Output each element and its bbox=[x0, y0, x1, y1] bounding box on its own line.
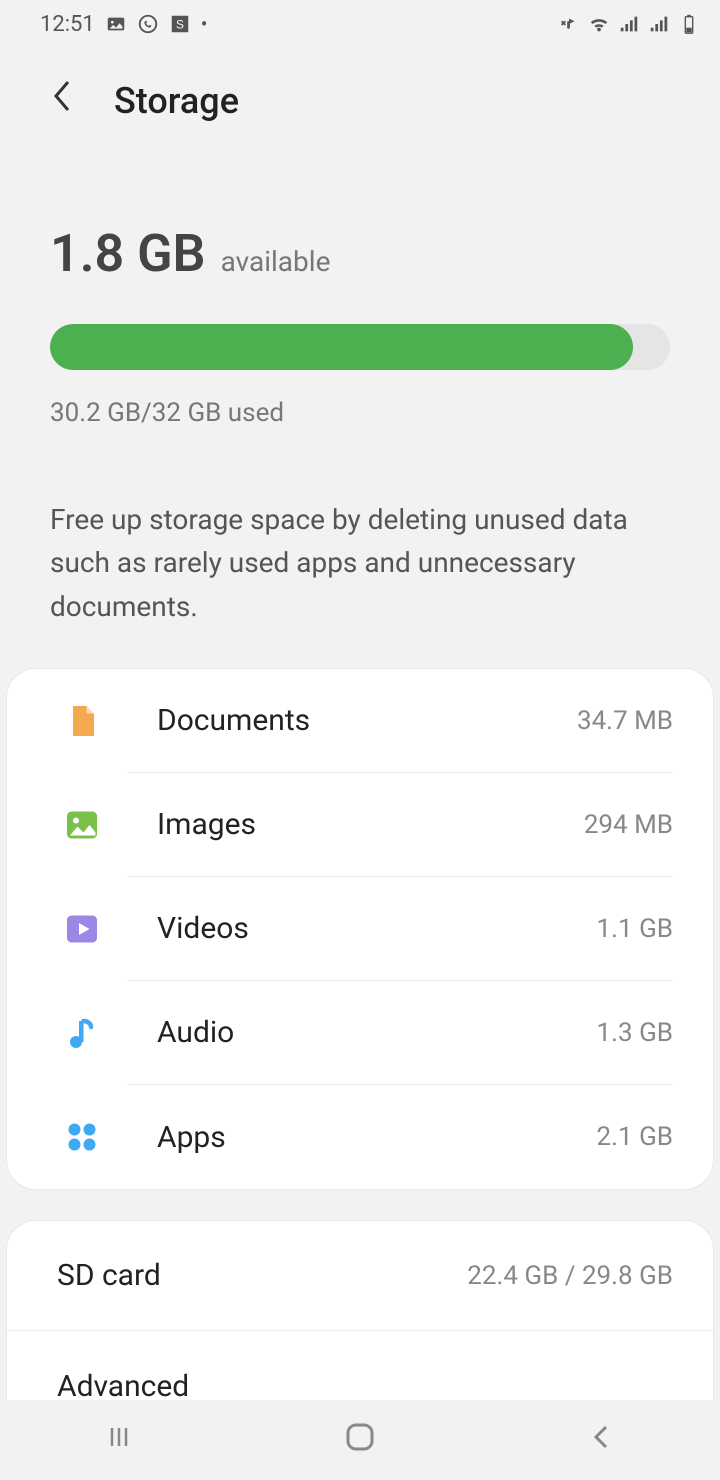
category-size: 34.7 MB bbox=[577, 706, 673, 736]
page-title: Storage bbox=[114, 80, 239, 122]
signal-1-icon bbox=[618, 13, 640, 35]
document-icon bbox=[37, 703, 127, 739]
category-documents[interactable]: Documents 34.7 MB bbox=[7, 669, 713, 773]
gallery-icon bbox=[105, 13, 127, 35]
category-label: Audio bbox=[157, 1015, 234, 1050]
category-audio[interactable]: Audio 1.3 GB bbox=[7, 981, 713, 1085]
status-left: 12:51 S • bbox=[40, 12, 208, 37]
categories-card: Documents 34.7 MB Images 294 MB Videos 1… bbox=[6, 668, 714, 1190]
vibrate-icon bbox=[558, 13, 580, 35]
image-icon bbox=[37, 807, 127, 843]
battery-icon bbox=[678, 13, 700, 35]
category-label: Documents bbox=[157, 703, 310, 738]
nav-home-icon[interactable] bbox=[343, 1420, 377, 1461]
audio-icon bbox=[37, 1015, 127, 1051]
category-videos[interactable]: Videos 1.1 GB bbox=[7, 877, 713, 981]
nav-bar bbox=[0, 1400, 720, 1480]
category-label: Images bbox=[157, 807, 256, 842]
available-size: 1.8 GB bbox=[50, 223, 206, 284]
sdcard-label: SD card bbox=[57, 1258, 161, 1293]
category-apps[interactable]: Apps 2.1 GB bbox=[7, 1085, 713, 1189]
whatsapp-icon bbox=[137, 13, 159, 35]
wifi-icon bbox=[588, 13, 610, 35]
svg-text:S: S bbox=[176, 18, 184, 32]
tip-text: Free up storage space by deleting unused… bbox=[0, 458, 720, 668]
apps-icon bbox=[37, 1119, 127, 1155]
nav-recents-icon[interactable] bbox=[104, 1422, 134, 1459]
nav-back-icon[interactable] bbox=[586, 1422, 616, 1459]
status-time: 12:51 bbox=[40, 12, 95, 37]
category-label: Apps bbox=[157, 1120, 226, 1155]
app-s-icon: S bbox=[169, 13, 191, 35]
storage-progress bbox=[50, 324, 670, 370]
storage-summary: 1.8 GB available 30.2 GB/32 GB used bbox=[0, 133, 720, 458]
category-label: Videos bbox=[157, 911, 249, 946]
category-images[interactable]: Images 294 MB bbox=[7, 773, 713, 877]
signal-2-icon bbox=[648, 13, 670, 35]
back-icon[interactable] bbox=[50, 78, 74, 123]
advanced-label: Advanced bbox=[57, 1369, 189, 1404]
category-size: 294 MB bbox=[584, 810, 673, 840]
status-right bbox=[558, 13, 700, 35]
used-text: 30.2 GB/32 GB used bbox=[50, 398, 670, 428]
category-size: 1.1 GB bbox=[597, 914, 673, 944]
sdcard-value: 22.4 GB / 29.8 GB bbox=[467, 1261, 673, 1291]
status-bar: 12:51 S • bbox=[0, 0, 720, 48]
storage-progress-fill bbox=[50, 324, 633, 370]
category-size: 2.1 GB bbox=[597, 1122, 673, 1152]
video-icon bbox=[37, 911, 127, 947]
sdcard-row[interactable]: SD card 22.4 GB / 29.8 GB bbox=[7, 1221, 713, 1331]
app-header: Storage bbox=[0, 48, 720, 133]
more-dot-icon: • bbox=[201, 12, 208, 36]
category-size: 1.3 GB bbox=[597, 1018, 673, 1048]
available-label: available bbox=[221, 245, 331, 278]
